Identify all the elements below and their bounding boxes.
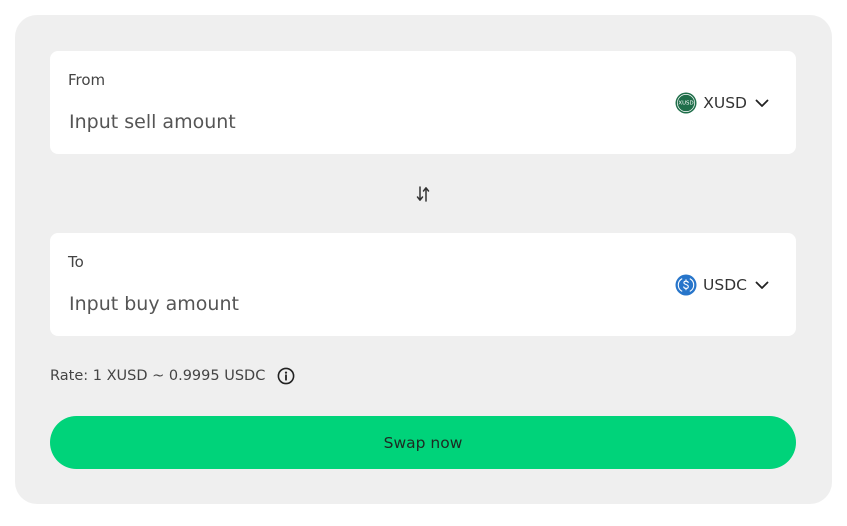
to-label: To [68, 253, 84, 271]
rate-row: Rate: 1 XUSD ~ 0.9995 USDC [50, 365, 295, 387]
usdc-token-icon [675, 274, 697, 296]
xusd-token-icon: XUSD [675, 92, 697, 114]
to-token-symbol: USDC [703, 276, 747, 294]
swap-panel: From XUSD XUSD To [15, 15, 832, 504]
buy-amount-input[interactable] [68, 287, 629, 321]
to-card: To USDC [50, 233, 796, 336]
from-token-selector[interactable]: XUSD XUSD [675, 91, 770, 115]
rate-text: Rate: 1 XUSD ~ 0.9995 USDC [50, 368, 266, 384]
swap-now-button[interactable]: Swap now [50, 416, 796, 469]
info-circle-icon[interactable] [277, 367, 295, 385]
to-token-selector[interactable]: USDC [675, 273, 770, 297]
from-label: From [68, 71, 106, 89]
from-token-symbol: XUSD [703, 94, 747, 112]
from-card: From XUSD XUSD [50, 51, 796, 154]
swap-direction-icon[interactable] [415, 184, 431, 204]
xusd-icon-text: XUSD [679, 101, 694, 107]
chevron-down-icon [755, 281, 769, 289]
sell-amount-input[interactable] [68, 105, 629, 139]
chevron-down-icon [755, 99, 769, 107]
